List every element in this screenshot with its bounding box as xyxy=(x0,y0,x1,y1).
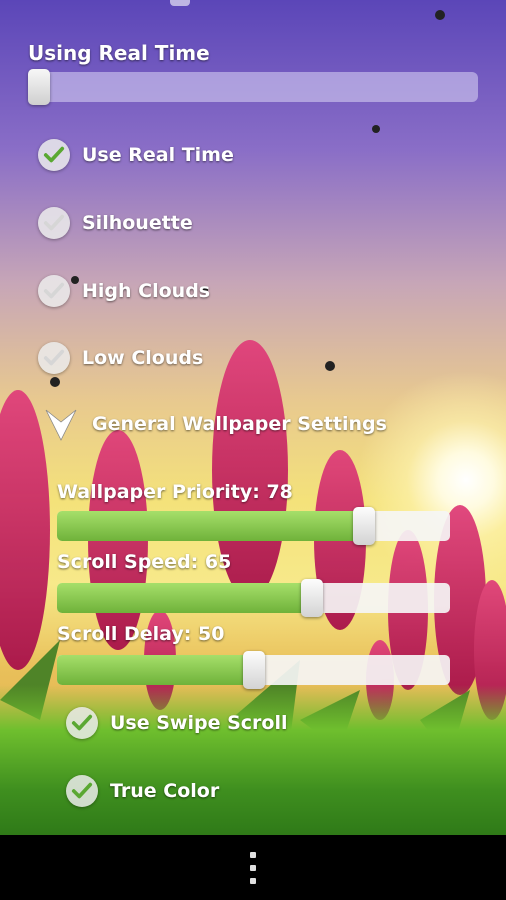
slider-fill xyxy=(57,583,313,613)
navigation-bar xyxy=(0,835,506,900)
wallpaper-priority-slider[interactable] xyxy=(57,507,450,545)
option-use-swipe-scroll[interactable]: Use Swipe Scroll xyxy=(66,707,288,739)
option-label: True Color xyxy=(110,780,220,802)
slider-thumb[interactable] xyxy=(301,579,324,617)
toggle-high-clouds[interactable]: High Clouds xyxy=(38,275,210,307)
toggle-label: Silhouette xyxy=(82,212,193,234)
real-time-slider[interactable] xyxy=(28,69,478,105)
toggle-silhouette[interactable]: Silhouette xyxy=(38,207,193,239)
slider-fill xyxy=(57,511,364,541)
check-icon xyxy=(43,349,65,366)
checkbox[interactable] xyxy=(66,775,98,807)
page-title: Using Real Time xyxy=(28,41,210,65)
general-settings-header[interactable]: General Wallpaper Settings xyxy=(44,406,387,442)
scroll-delay-label: Scroll Delay: 50 xyxy=(57,623,225,645)
settings-panel: Using Real Time Use Real Time Silhouette… xyxy=(0,0,506,835)
scroll-delay-slider[interactable] xyxy=(57,651,450,689)
wallpaper-priority-label: Wallpaper Priority: 78 xyxy=(57,481,293,503)
check-icon xyxy=(43,282,65,299)
slider-thumb[interactable] xyxy=(242,651,265,689)
checkbox[interactable] xyxy=(38,207,70,239)
checkbox[interactable] xyxy=(38,342,70,374)
check-icon xyxy=(71,782,93,799)
checkbox[interactable] xyxy=(38,139,70,171)
section-title: General Wallpaper Settings xyxy=(92,413,387,435)
toggle-label: High Clouds xyxy=(82,280,211,302)
option-true-color[interactable]: True Color xyxy=(66,775,219,807)
scroll-speed-label: Scroll Speed: 65 xyxy=(57,551,232,573)
check-icon xyxy=(43,214,65,231)
toggle-label: Low Clouds xyxy=(82,347,204,369)
slider-thumb[interactable] xyxy=(352,507,375,545)
slider-fill xyxy=(57,655,254,685)
overflow-menu-icon[interactable] xyxy=(243,852,263,884)
checkbox[interactable] xyxy=(66,707,98,739)
toggle-low-clouds[interactable]: Low Clouds xyxy=(38,342,203,374)
real-time-slider-thumb[interactable] xyxy=(28,69,50,105)
check-icon xyxy=(43,146,65,163)
scroll-speed-slider[interactable] xyxy=(57,579,450,617)
toggle-use-real-time[interactable]: Use Real Time xyxy=(38,139,234,171)
option-label: Use Swipe Scroll xyxy=(110,712,288,734)
chevron-down-icon xyxy=(45,409,77,441)
toggle-label: Use Real Time xyxy=(82,144,234,166)
checkbox[interactable] xyxy=(38,275,70,307)
check-icon xyxy=(71,714,93,731)
